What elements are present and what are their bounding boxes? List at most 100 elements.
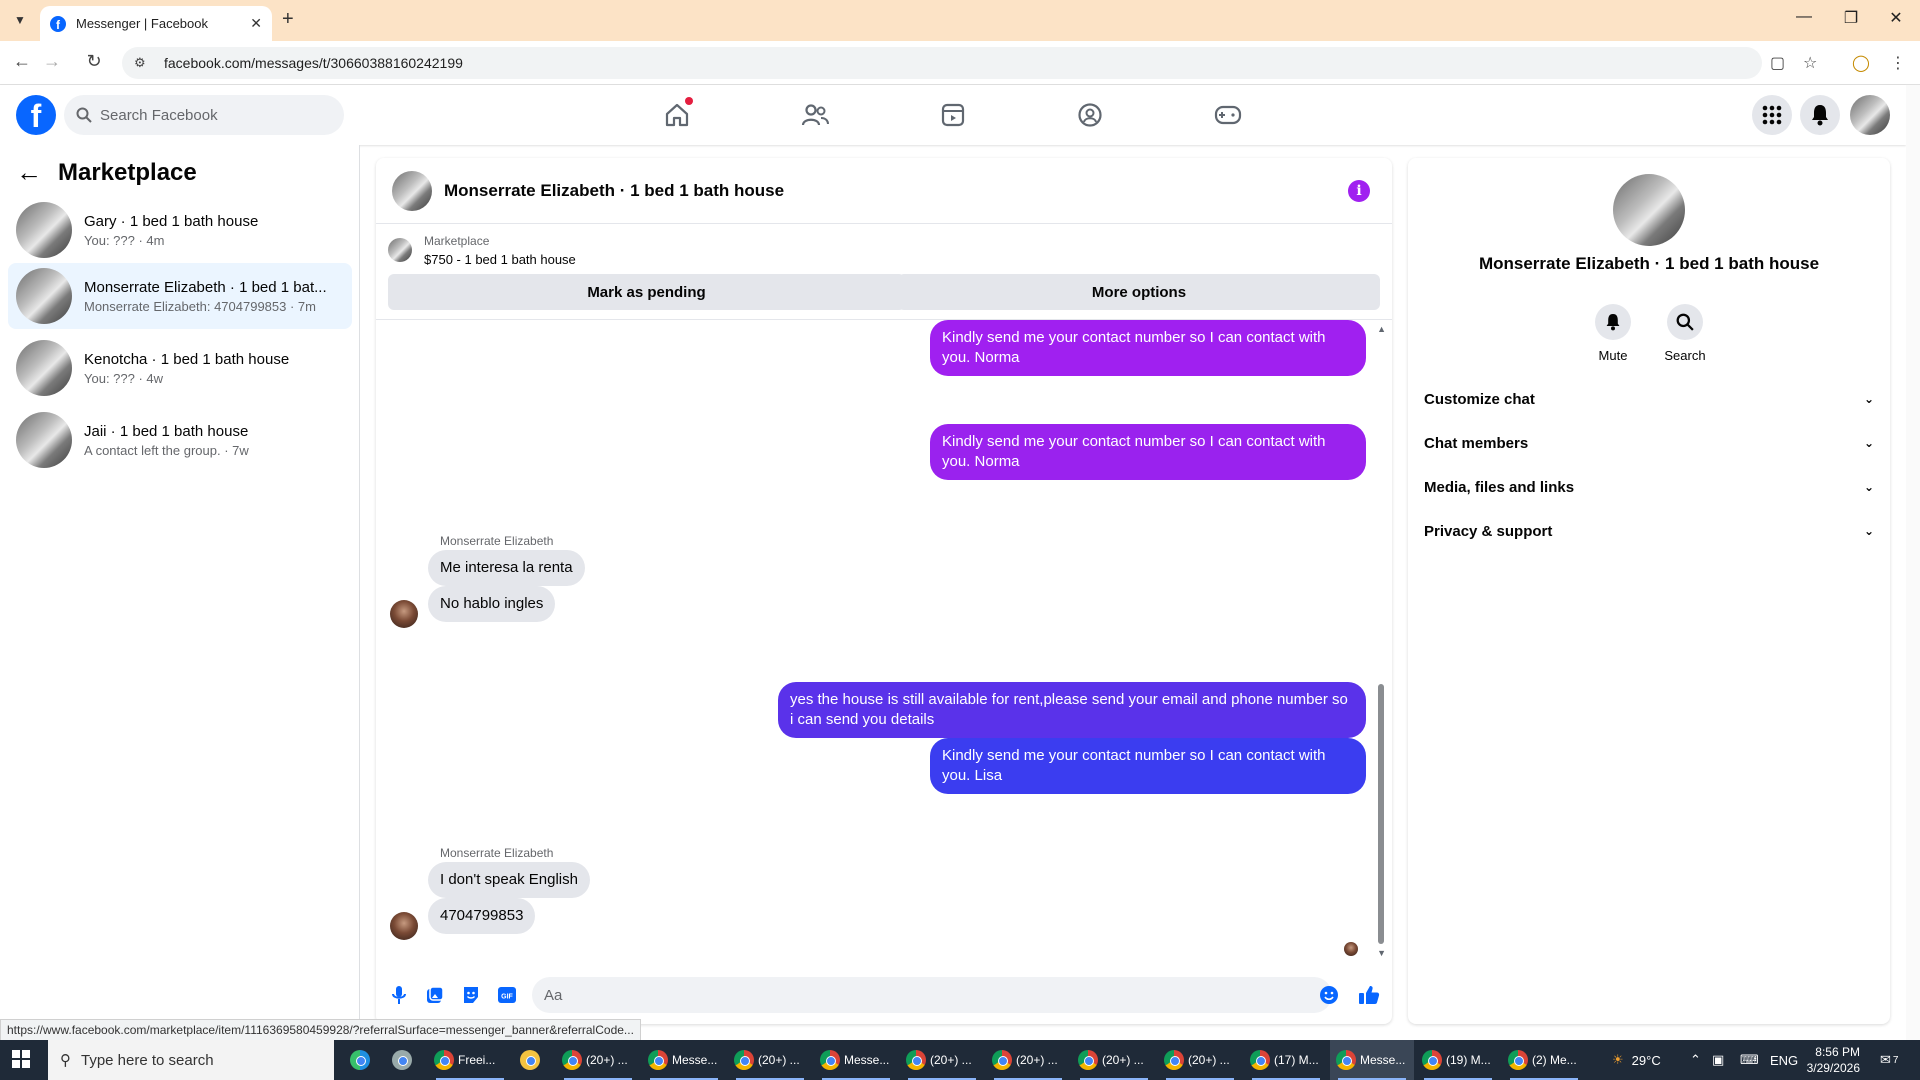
taskbar-item[interactable]: (20+) ... [986, 1040, 1070, 1080]
taskbar-item[interactable]: (2) Me... [1502, 1040, 1586, 1080]
windows-taskbar: ⚲ Type here to search Freei... (20+) ...… [0, 1040, 1920, 1080]
taskbar-item[interactable]: Messe... [814, 1040, 898, 1080]
message-input[interactable]: Aa [532, 977, 1332, 1013]
account-avatar[interactable] [1850, 95, 1890, 135]
attach-photo-icon[interactable] [424, 984, 446, 1006]
browser-tab[interactable]: f Messenger | Facebook ✕ [40, 6, 272, 41]
groups-icon[interactable] [1072, 97, 1108, 133]
conversation-info-icon[interactable]: i [1348, 180, 1370, 202]
voice-clip-icon[interactable] [388, 984, 410, 1006]
windows-start-icon[interactable] [12, 1050, 30, 1073]
facebook-search-input[interactable]: Search Facebook [64, 95, 344, 135]
incoming-message[interactable]: No hablo ingles [428, 586, 556, 622]
customize-chat-section[interactable]: Customize chat ⌄ [1424, 381, 1874, 417]
sender-avatar[interactable] [390, 912, 418, 940]
message-scrollbar[interactable] [1378, 684, 1384, 944]
site-settings-icon[interactable]: ⚙ [134, 55, 150, 71]
incoming-message[interactable]: Me interesa la renta [428, 550, 585, 586]
taskbar-item[interactable]: (20+) ... [1072, 1040, 1156, 1080]
app-icon[interactable] [386, 1040, 426, 1080]
weather-widget[interactable]: ☀ 29°C [1612, 1040, 1661, 1080]
listing-link[interactable]: $750 - 1 bed 1 bath house [424, 252, 576, 267]
taskbar-item-active[interactable]: Messe... [1330, 1040, 1414, 1080]
search-icon [76, 107, 92, 123]
restore-icon[interactable]: ❐ [1836, 8, 1866, 28]
media-files-links-section[interactable]: Media, files and links ⌄ [1424, 469, 1874, 505]
search-in-conversation-button[interactable]: Search [1650, 304, 1720, 363]
taskbar-item[interactable]: (20+) ... [556, 1040, 640, 1080]
outgoing-message[interactable]: Kindly send me your contact number so I … [930, 320, 1366, 376]
chrome-menu-icon[interactable]: ⋮ [1890, 53, 1906, 73]
keyboard-icon[interactable]: ⌨ [1740, 1040, 1759, 1080]
gif-icon[interactable]: GIF [496, 984, 518, 1006]
sender-avatar[interactable] [390, 600, 418, 628]
conversation-item[interactable]: Gary · 1 bed 1 bath house You: ??? · 4m [8, 197, 352, 263]
mark-as-pending-button[interactable]: Mark as pending [388, 274, 905, 310]
taskbar-item[interactable]: (20+) ... [900, 1040, 984, 1080]
outgoing-message[interactable]: Kindly send me your contact number so I … [930, 738, 1366, 794]
menu-grid-icon[interactable] [1752, 95, 1792, 135]
taskbar-item[interactable]: (17) M... [1244, 1040, 1328, 1080]
taskbar-item[interactable]: (19) M... [1416, 1040, 1500, 1080]
taskbar-item[interactable]: (20+) ... [728, 1040, 812, 1080]
chat-title[interactable]: Monserrate Elizabeth · 1 bed 1 bath hous… [444, 181, 784, 201]
search-label: Search [1664, 348, 1706, 363]
taskbar-item[interactable]: Freei... [428, 1040, 512, 1080]
sticker-icon[interactable] [460, 984, 482, 1006]
emoji-icon[interactable] [1318, 984, 1340, 1006]
taskbar-item[interactable]: (20+) ... [1158, 1040, 1242, 1080]
tab-search-dropdown-icon[interactable]: ▼ [8, 8, 32, 32]
install-app-icon[interactable]: ▢ [1770, 53, 1785, 73]
listing-thumbnail[interactable] [388, 238, 412, 262]
scroll-up-arrow-icon[interactable]: ▲ [1377, 324, 1386, 334]
taskbar-item[interactable]: Messe... [642, 1040, 726, 1080]
edge-icon[interactable] [344, 1040, 384, 1080]
friends-icon[interactable] [797, 97, 833, 133]
url-field[interactable]: ⚙ facebook.com/messages/t/30660388160242… [122, 47, 1762, 79]
back-icon[interactable]: ← [10, 51, 34, 72]
video-icon[interactable] [935, 97, 971, 133]
profile-icon[interactable]: ◯ [1852, 53, 1870, 73]
bookmark-star-icon[interactable]: ☆ [1803, 53, 1817, 73]
tab-close-icon[interactable]: ✕ [250, 15, 262, 32]
conversation-item[interactable]: Kenotcha · 1 bed 1 bath house You: ??? ·… [8, 335, 352, 401]
sender-name: Monserrate Elizabeth [440, 534, 554, 548]
notification-center-icon[interactable]: ✉ 7 [1880, 1040, 1898, 1080]
conversation-avatar [16, 412, 72, 468]
facebook-logo-icon[interactable]: f [16, 95, 56, 135]
privacy-support-section[interactable]: Privacy & support ⌄ [1424, 513, 1874, 549]
conversation-item[interactable]: Jaii · 1 bed 1 bath house A contact left… [8, 407, 352, 473]
tray-chevron-up-icon[interactable]: ⌃ [1690, 1040, 1701, 1080]
more-options-button[interactable]: More options [898, 274, 1380, 310]
taskbar-search-input[interactable]: ⚲ Type here to search [48, 1040, 334, 1080]
file-explorer-icon[interactable] [514, 1040, 554, 1080]
taskbar-clock[interactable]: 8:56 PM 3/29/2026 [1807, 1044, 1860, 1076]
sender-name: Monserrate Elizabeth [440, 846, 554, 860]
window-close-icon[interactable]: ✕ [1881, 8, 1911, 28]
incoming-message[interactable]: I don't speak English [428, 862, 590, 898]
language-indicator[interactable]: ENG [1770, 1040, 1798, 1080]
chevron-down-icon: ⌄ [1863, 480, 1874, 494]
forward-icon[interactable]: → [40, 51, 64, 72]
like-thumbs-up-icon[interactable] [1358, 984, 1380, 1006]
home-icon[interactable] [659, 97, 695, 133]
chat-members-section[interactable]: Chat members ⌄ [1424, 425, 1874, 461]
reload-icon[interactable]: ↻ [82, 51, 106, 72]
new-tab-icon[interactable]: + [282, 8, 294, 31]
scroll-down-arrow-icon[interactable]: ▼ [1377, 948, 1386, 958]
profile-avatar[interactable] [1613, 174, 1685, 246]
message-list: Kindly send me your contact number so I … [376, 320, 1392, 966]
conversation-item-active[interactable]: Monserrate Elizabeth · 1 bed 1 bat... Mo… [8, 263, 352, 329]
outgoing-message[interactable]: Kindly send me your contact number so I … [930, 424, 1366, 480]
notifications-bell-icon[interactable] [1800, 95, 1840, 135]
incoming-message[interactable]: 4704799853 [428, 898, 536, 934]
mute-button[interactable]: Mute [1578, 304, 1648, 363]
clock-date: 3/29/2026 [1806, 1061, 1860, 1075]
page-scrollbar[interactable] [1906, 85, 1920, 1040]
network-icon[interactable]: ▣ [1712, 1040, 1724, 1080]
back-arrow-icon[interactable]: ← [16, 157, 42, 188]
chat-avatar[interactable] [392, 170, 432, 211]
minimize-icon[interactable]: — [1789, 8, 1819, 26]
outgoing-message[interactable]: yes the house is still available for ren… [778, 682, 1366, 738]
gaming-icon[interactable] [1210, 97, 1246, 133]
